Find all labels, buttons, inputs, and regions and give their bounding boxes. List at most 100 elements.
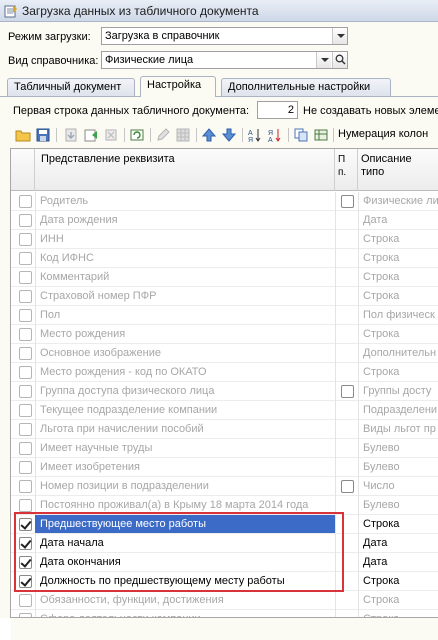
table-row[interactable]: Пол Пол физическ [11, 306, 438, 325]
refresh-icon[interactable] [128, 126, 146, 144]
table-row[interactable]: ИНН Строка [11, 230, 438, 249]
column-divider [335, 439, 336, 458]
delete-icon[interactable] [102, 126, 120, 144]
row-checkbox[interactable] [19, 214, 32, 227]
row-checkbox[interactable] [19, 423, 32, 436]
column-divider [358, 477, 359, 496]
tab-additional-settings[interactable]: Дополнительные настройки [221, 78, 391, 96]
table-row[interactable]: Основное изображение Дополнительн [11, 344, 438, 363]
column-divider [358, 363, 359, 382]
table-header: Представление реквизита П п. Описание ти… [11, 149, 438, 191]
column-divider [35, 344, 36, 363]
tab-settings[interactable]: Настройка [140, 76, 216, 97]
column-divider [335, 249, 336, 268]
column-divider [35, 382, 36, 401]
row-checkbox[interactable] [19, 366, 32, 379]
row-checkbox[interactable] [19, 499, 32, 512]
tab-label: Настройка [147, 79, 202, 91]
type-description: Булево [363, 461, 400, 473]
table-row[interactable]: Сфера деятельности компанииСтрока [11, 610, 438, 617]
type-description: Строка [363, 233, 400, 245]
header-p[interactable]: П п. [335, 149, 358, 191]
save-icon[interactable] [34, 126, 52, 144]
type-description: Физические ли [363, 195, 438, 207]
numbering-button[interactable]: Нумерация колон [338, 128, 428, 140]
table-row[interactable]: Страховой номер ПФР Строка [11, 287, 438, 306]
type-description: Строка [363, 366, 400, 378]
column-divider [335, 477, 336, 496]
settings-table-icon[interactable] [312, 126, 330, 144]
svg-text:Я: Я [248, 137, 253, 143]
table-row[interactable]: Льгота при начислении пособий Виды льгот … [11, 420, 438, 439]
type-description: Булево [363, 499, 400, 511]
edit-pencil-icon[interactable] [154, 126, 172, 144]
no-create-checkbox-label[interactable]: Не создавать новых элеме [303, 105, 438, 117]
row-checkbox[interactable] [19, 461, 32, 474]
type-description: Строка [363, 594, 400, 606]
table-row[interactable]: Текущее подразделение компании Подразделе… [11, 401, 438, 420]
table-row[interactable]: Обязанности, функции, достижения Строка [11, 591, 438, 610]
row-checkbox[interactable] [19, 271, 32, 284]
row-checkbox[interactable] [19, 252, 32, 265]
table-row[interactable]: Родитель Физические ли [11, 192, 438, 211]
header-attribute[interactable]: Представление реквизита [35, 149, 335, 191]
table-row[interactable]: Комментарий Строка [11, 268, 438, 287]
column-divider [35, 458, 36, 477]
search-icon[interactable] [332, 52, 347, 68]
attribute-name: Постоянно проживал(а) в Крыму 18 марта 2… [40, 499, 309, 511]
copy-icon[interactable] [292, 126, 310, 144]
open-folder-icon[interactable] [14, 126, 32, 144]
toolbar-separator [56, 128, 57, 142]
import-rows-icon[interactable] [82, 126, 100, 144]
type-description: Пол физическ [363, 309, 435, 321]
row-checkbox[interactable] [19, 195, 32, 208]
row-checkbox[interactable] [19, 233, 32, 246]
row-checkbox[interactable] [19, 480, 32, 493]
p-checkbox[interactable] [341, 385, 354, 398]
move-down-icon[interactable] [220, 126, 238, 144]
type-description: Строка [363, 252, 400, 264]
catalog-select[interactable]: Физические лица [101, 51, 348, 69]
column-divider [358, 230, 359, 249]
horizontal-scroll-area[interactable] [11, 618, 438, 640]
column-divider [335, 401, 336, 420]
chevron-down-icon[interactable] [332, 28, 347, 44]
row-checkbox[interactable] [19, 385, 32, 398]
mode-select[interactable]: Загрузка в справочник [101, 27, 348, 45]
row-checkbox[interactable] [19, 404, 32, 417]
p-checkbox[interactable] [341, 195, 354, 208]
table-row[interactable]: Место рождения Строка [11, 325, 438, 344]
row-checkbox[interactable] [19, 309, 32, 322]
row-checkbox[interactable] [19, 290, 32, 303]
fill-down-icon[interactable] [62, 126, 80, 144]
chevron-down-icon[interactable] [316, 52, 331, 68]
row-checkbox[interactable] [19, 442, 32, 455]
column-divider [358, 268, 359, 287]
header-type[interactable]: Описание типо [358, 149, 438, 191]
toolbar-separator [196, 128, 197, 142]
column-divider [335, 306, 336, 325]
column-divider [35, 610, 36, 617]
table-row[interactable]: Имеет изобретения Булево [11, 458, 438, 477]
grid-icon[interactable] [174, 126, 192, 144]
move-up-icon[interactable] [200, 126, 218, 144]
attribute-name: Пол [40, 309, 61, 321]
row-checkbox[interactable] [19, 594, 32, 607]
tab-spreadsheet[interactable]: Табличный документ [7, 78, 135, 96]
p-checkbox[interactable] [341, 480, 354, 493]
first-row-input[interactable]: 2 [257, 101, 298, 119]
table-row[interactable]: Номер позиции в подразделении Число [11, 477, 438, 496]
type-description: Дата [363, 537, 388, 549]
table-row[interactable]: Дата рождения Дата [11, 211, 438, 230]
row-checkbox[interactable] [19, 347, 32, 360]
table-row[interactable]: Код ИФНС Строка [11, 249, 438, 268]
sort-ascending-icon[interactable]: АЯ [246, 126, 264, 144]
attribute-name: Текущее подразделение компании [40, 404, 218, 416]
table-row[interactable]: Место рождения - код по ОКАТО Строка [11, 363, 438, 382]
row-checkbox[interactable] [19, 328, 32, 341]
table-row[interactable]: Группа доступа физического лица Группы до… [11, 382, 438, 401]
sort-descending-icon[interactable]: ЯА [266, 126, 284, 144]
column-divider [358, 325, 359, 344]
table-row[interactable]: Имеет научные труды Булево [11, 439, 438, 458]
column-divider [335, 591, 336, 610]
